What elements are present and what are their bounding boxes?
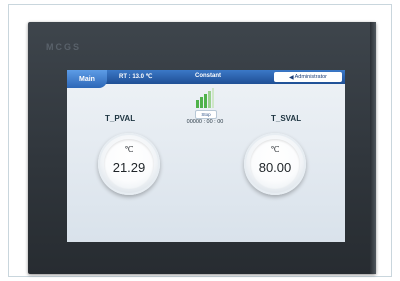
arrow-left-icon: ◀ [288, 74, 294, 81]
user-name: Administrator [294, 74, 328, 80]
pv-dial: ℃ 21.29 [98, 133, 160, 195]
stop-status-badge[interactable]: Stop [195, 110, 217, 119]
bezel-edge [370, 22, 376, 274]
hmi-screen: Main RT : 13.0 ℃ Constant ◀ Administrato… [67, 70, 345, 242]
pv-label: T_PVAL [105, 114, 136, 123]
sv-dial[interactable]: ℃ 80.00 [244, 133, 306, 195]
run-mode-label: Constant [195, 73, 221, 79]
user-login-button[interactable]: ◀ Administrator [274, 72, 342, 82]
pv-unit: ℃ [124, 145, 134, 154]
brand-logo: MCGS [46, 42, 81, 52]
run-status-indicator: Stop 00000 : 00 : 00 [175, 88, 235, 126]
pv-value: 21.29 [112, 160, 146, 175]
signal-bars-icon [196, 88, 214, 108]
tab-main[interactable]: Main [67, 70, 107, 88]
sv-label: T_SVAL [271, 114, 302, 123]
sv-value[interactable]: 80.00 [244, 160, 306, 175]
room-temperature-readout: RT : 13.0 ℃ [119, 74, 153, 80]
sv-unit: ℃ [270, 145, 280, 154]
run-timer: 00000 : 00 : 00 [186, 119, 224, 125]
